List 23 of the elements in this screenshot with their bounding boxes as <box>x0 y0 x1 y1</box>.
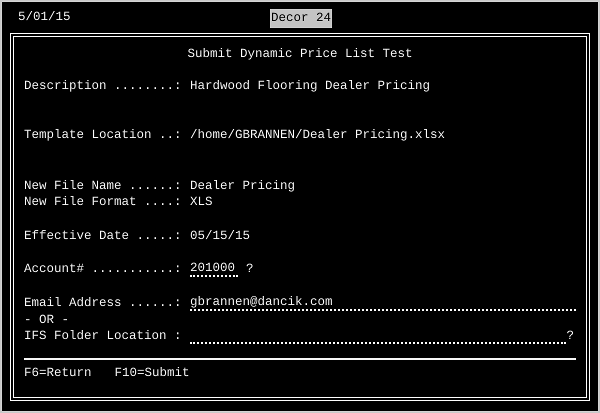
prompt-marker[interactable]: ? <box>566 327 574 346</box>
field-label: New File Format ....: <box>24 194 183 212</box>
separator-label: - OR - <box>24 312 70 329</box>
field-value: 05/15/15 <box>190 228 250 245</box>
field-label: Account# ...........: <box>24 261 183 278</box>
field-label: IFS Folder Location : <box>24 328 183 346</box>
field-value: Dealer Pricing <box>190 178 296 195</box>
field-label: Effective Date .....: <box>24 228 183 245</box>
prompt-marker[interactable]: ? <box>246 260 254 280</box>
field-label: Email Address ......: <box>24 295 183 312</box>
field-value: XLS <box>190 194 213 212</box>
field-value: Hardwood Flooring Dealer Pricing <box>190 78 430 95</box>
function-key-label[interactable]: F10=Submit <box>114 364 190 383</box>
field-label: Description ........: <box>24 78 183 95</box>
input-field[interactable]: gbrannen@dancik.com <box>190 296 576 311</box>
date-label: 5/01/15 <box>18 9 71 26</box>
function-key-label[interactable]: F6=Return <box>24 364 92 383</box>
system-title: Decor 24 <box>270 9 332 28</box>
field-label: Template Location ..: <box>24 127 183 144</box>
field-label: New File Name ......: <box>24 178 183 195</box>
field-value: /home/GBRANNEN/Dealer Pricing.xlsx <box>190 127 446 144</box>
screen-title: Submit Dynamic Price List Test <box>187 46 413 62</box>
input-field[interactable]: 201000 <box>190 262 238 278</box>
